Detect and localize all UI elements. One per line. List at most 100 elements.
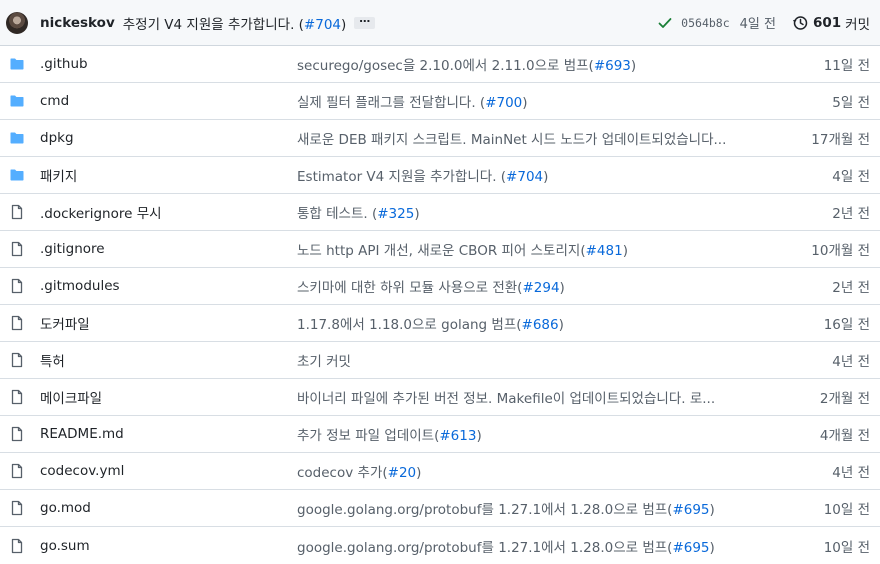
author-avatar[interactable] [6,11,28,34]
file-commit-message[interactable]: 스키마에 대한 하위 모듈 사용으로 전환(#294) [297,276,780,296]
file-commit-text[interactable]: securego/gosec을 2.10.0에서 2.11.0으로 범프( [297,58,594,74]
file-commit-end: ) [543,169,549,185]
file-commit-message[interactable]: 1.17.8에서 1.18.0으로 golang 범프(#686) [297,313,780,333]
file-commit-message[interactable]: google.golang.org/protobuf를 1.27.1에서 1.2… [297,536,780,556]
file-commit-text[interactable]: Estimator V4 지원을 추가합니다. ( [297,169,506,185]
file-commit-time: 17개월 전 [811,132,870,148]
file-commit-pr-link[interactable]: #704 [506,169,543,185]
commit-author-link[interactable]: nickeskov [40,15,115,31]
file-commit-message[interactable]: 추가 정보 파일 업데이트(#613) [297,424,780,444]
file-commit-message[interactable]: google.golang.org/protobuf를 1.27.1에서 1.2… [297,498,780,518]
file-icon [9,538,25,554]
file-commit-message[interactable]: 바이너리 파일에 추가된 버전 정보. Makefile이 업데이트되었습니다.… [297,387,780,407]
file-commit-message[interactable]: securego/gosec을 2.10.0에서 2.11.0으로 범프(#69… [297,54,780,74]
file-commit-end: ) [522,95,528,111]
file-commit-text[interactable]: 노드 http API 개선, 새로운 CBOR 피어 스토리지( [297,243,586,259]
file-commit-end: ) [630,58,637,74]
file-icon [9,426,25,442]
file-commit-end: ) [559,280,565,296]
file-commit-end: ) [414,206,420,222]
file-commit-text[interactable]: google.golang.org/protobuf를 1.27.1에서 1.2… [297,540,672,556]
file-commit-pr-link[interactable]: #481 [586,243,623,259]
file-name-link[interactable]: .dockerignore 무시 [40,202,297,222]
file-commit-text[interactable]: 추가 정보 파일 업데이트( [297,428,439,444]
file-commit-text[interactable]: 통합 테스트. ( [297,206,377,222]
file-commit-time: 5일 전 [832,95,870,111]
check-icon[interactable] [657,15,673,31]
commit-pr-link[interactable]: #704 [304,17,341,33]
file-commit-pr-link[interactable]: #294 [522,280,559,296]
file-name-link[interactable]: 메이크파일 [40,387,297,407]
file-name-link[interactable]: 도커파일 [40,313,297,333]
file-commit-text[interactable]: 1.17.8에서 1.18.0으로 golang 범프( [297,317,522,333]
file-row[interactable]: go.mod google.golang.org/protobuf를 1.27.1… [0,490,880,527]
file-name-link[interactable]: 특허 [40,350,297,370]
commit-sha-link[interactable]: 0564b8c [681,16,729,30]
file-commit-end: ) [709,539,715,556]
file-icon [9,204,25,220]
file-row[interactable]: dpkg 새로운 DEB 패키지 스크립트. MainNet 시드 노드가 업데이… [0,120,880,157]
file-list: .github securego/gosec을 2.10.0에서 2.11.0으로… [0,46,880,564]
file-commit-text[interactable]: 초기 커밋 [297,354,351,370]
file-commit-text[interactable]: 새로운 DEB 패키지 스크립트. MainNet 시드 노드가 업데이트되었습… [297,132,726,148]
file-row[interactable]: 메이크파일 바이너리 파일에 추가된 버전 정보. Makefile이 업데이트되… [0,379,880,416]
commit-time: 4일 전 [739,17,776,32]
file-commit-message[interactable]: Estimator V4 지원을 추가합니다. (#704) [297,165,780,185]
file-commit-text[interactable]: 실제 필터 플래그를 전달합니다. ( [297,95,485,111]
file-commit-message[interactable]: 새로운 DEB 패키지 스크립트. MainNet 시드 노드가 업데이트되었습… [297,128,780,148]
file-row[interactable]: cmd 실제 필터 플래그를 전달합니다. (#700) 5일 전 [0,83,880,120]
file-commit-pr-link[interactable]: #686 [522,317,559,333]
file-commit-time: 11일 전 [823,58,870,74]
expand-commit-message-button[interactable]: … [354,13,376,29]
file-commit-text[interactable]: 스키마에 대한 하위 모듈 사용으로 전환( [297,280,522,296]
file-icon [9,315,25,331]
file-row[interactable]: .gitmodules 스키마에 대한 하위 모듈 사용으로 전환(#294) 2년… [0,268,880,305]
file-name-link[interactable]: cmd [40,93,297,109]
file-commit-message[interactable]: 통합 테스트. (#325) [297,202,780,222]
file-row[interactable]: .dockerignore 무시 통합 테스트. (#325) 2년 전 [0,194,880,231]
file-row[interactable]: 특허 초기 커밋 4년 전 [0,342,880,379]
file-commit-text[interactable]: 바이너리 파일에 추가된 버전 정보. Makefile이 업데이트되었습니다.… [297,391,715,407]
commit-count[interactable]: 601 [813,15,841,31]
file-commit-time: 10개월 전 [811,243,870,259]
file-commit-pr-link[interactable]: #693 [594,58,631,74]
file-commit-pr-link[interactable]: #325 [377,206,414,222]
history-icon[interactable] [792,15,808,31]
file-name-link[interactable]: dpkg [40,130,297,146]
folder-icon [9,56,25,72]
commit-count-label[interactable]: 커밋 [845,13,870,33]
file-commit-message[interactable]: codecov 추가(#20) [297,461,780,481]
file-name-link[interactable]: .github [40,56,297,72]
file-icon [9,278,25,294]
file-name-link[interactable]: README.md [40,426,297,442]
file-name-link[interactable]: .gitmodules [40,278,297,294]
file-row[interactable]: .gitignore 노드 http API 개선, 새로운 CBOR 피어 스토… [0,231,880,268]
file-commit-pr-link[interactable]: #613 [439,428,476,444]
file-commit-pr-link[interactable]: #695 [672,540,709,556]
file-commit-time: 4년 전 [832,465,870,481]
file-name-link[interactable]: 패키지 [40,165,297,185]
file-commit-pr-link[interactable]: #695 [672,502,709,518]
file-row[interactable]: go.sum google.golang.org/protobuf를 1.27.1… [0,527,880,564]
file-commit-text[interactable]: google.golang.org/protobuf를 1.27.1에서 1.2… [297,502,672,518]
commit-message-text[interactable]: 추정기 V4 지원을 추가합니다. ( [123,17,304,33]
file-commit-pr-link[interactable]: #20 [388,465,417,481]
file-commit-pr-link[interactable]: #700 [485,95,522,111]
file-name-link[interactable]: codecov.yml [40,463,297,479]
commit-message[interactable]: 추정기 V4 지원을 추가합니다. (#704) [123,13,347,33]
file-name-link[interactable]: go.sum [40,538,297,554]
file-name-link[interactable]: .gitignore [40,241,297,257]
file-icon [9,352,25,368]
file-commit-message[interactable]: 초기 커밋 [297,350,780,370]
file-row[interactable]: 패키지 Estimator V4 지원을 추가합니다. (#704) 4일 전 [0,157,880,194]
file-row[interactable]: 도커파일 1.17.8에서 1.18.0으로 golang 범프(#686) 16일… [0,305,880,342]
file-commit-text[interactable]: codecov 추가( [297,465,388,481]
file-name-link[interactable]: go.mod [40,500,297,516]
file-row[interactable]: README.md 추가 정보 파일 업데이트(#613) 4개월 전 [0,416,880,453]
file-commit-message[interactable]: 노드 http API 개선, 새로운 CBOR 피어 스토리지(#481) [297,239,780,259]
file-commit-message[interactable]: 실제 필터 플래그를 전달합니다. (#700) [297,91,780,111]
file-row[interactable]: .github securego/gosec을 2.10.0에서 2.11.0으로… [0,46,880,83]
file-icon [9,389,25,405]
latest-commit-bar: nickeskov 추정기 V4 지원을 추가합니다. (#704) … 056… [0,0,880,46]
file-row[interactable]: codecov.yml codecov 추가(#20) 4년 전 [0,453,880,490]
